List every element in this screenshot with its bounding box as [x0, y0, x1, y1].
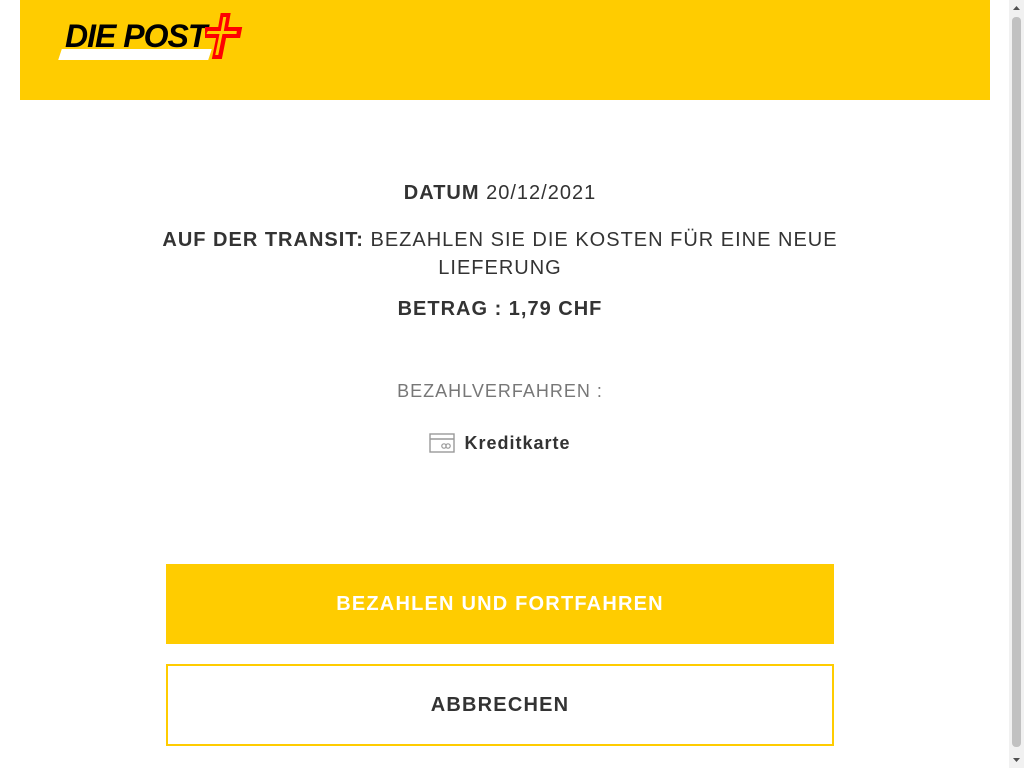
cancel-button[interactable]: ABBRECHEN [166, 664, 834, 746]
amount-line: BETRAG : 1,79 CHF [397, 298, 603, 320]
scroll-down-arrow-icon[interactable] [1009, 751, 1024, 768]
pay-and-continue-button[interactable]: BEZAHLEN UND FORTFAHREN [166, 564, 834, 644]
transit-text: BEZAHLEN SIE DIE KOSTEN FÜR EINE NEUE LI… [370, 229, 838, 279]
vertical-scrollbar[interactable] [1009, 0, 1024, 768]
date-value: 20/12/2021 [486, 182, 597, 204]
payment-method-label: BEZAHLVERFAHREN : [397, 381, 603, 401]
scrollbar-thumb[interactable] [1012, 17, 1021, 747]
date-label: DATUM [403, 182, 480, 204]
payment-method-name: Kreditkarte [464, 432, 571, 453]
swiss-cross-icon [205, 13, 243, 59]
header-bar: DIE POST [20, 0, 990, 100]
credit-card-icon [429, 433, 456, 453]
payment-method-option[interactable]: Kreditkarte [350, 430, 650, 456]
date-line: DATUM 20/12/2021 [150, 182, 850, 205]
transit-label: AUF DER TRANSIT: [162, 229, 364, 251]
scroll-up-arrow-icon[interactable] [1009, 0, 1024, 17]
post-logo[interactable]: DIE POST [58, 10, 270, 72]
logo-text: DIE POST [65, 18, 207, 54]
transit-line: AUF DER TRANSIT: BEZAHLEN SIE DIE KOSTEN… [150, 226, 850, 282]
